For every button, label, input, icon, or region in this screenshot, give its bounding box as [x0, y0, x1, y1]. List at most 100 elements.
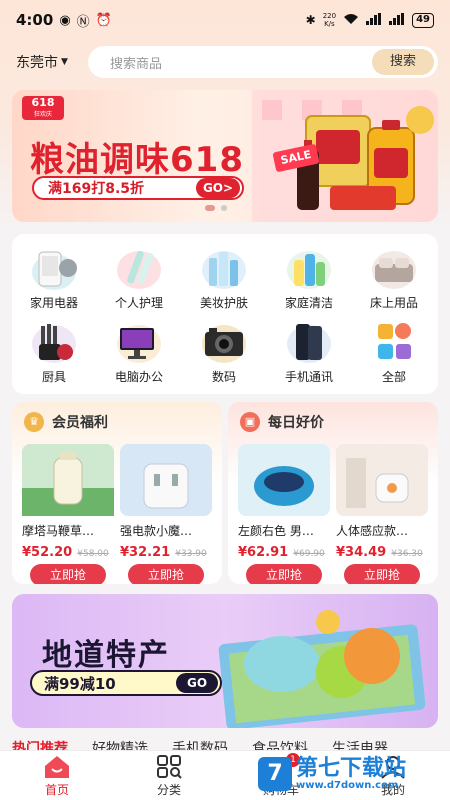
bedding-icon [369, 246, 419, 290]
promo-banner-local-specialty[interactable]: 地道特产 满99减10 GO [12, 594, 438, 728]
category-home-appliance[interactable]: 家用电器 [12, 246, 96, 311]
category-computer-office[interactable]: 电脑办公 [97, 320, 181, 385]
category-personal-care[interactable]: 个人护理 [97, 246, 181, 311]
status-bar: 4:00 ◉ Ⓝ ⏰ ✱ 220 K/s 49 [0, 0, 450, 40]
category-label: 数码 [211, 370, 236, 384]
price-original: ¥58.00 [77, 549, 109, 559]
category-cleaning[interactable]: 家庭清洁 [267, 246, 351, 311]
price-current: ¥34.49 [336, 545, 387, 560]
nav-label: 分类 [156, 783, 181, 797]
product-image [336, 444, 428, 516]
camera-icon [199, 320, 249, 364]
bluetooth-icon: ✱ [305, 13, 316, 27]
category-label: 美妆护肤 [199, 296, 248, 310]
computer-icon [114, 320, 164, 364]
cleaning-bottles-icon [284, 246, 334, 290]
category-label: 厨具 [41, 370, 66, 384]
category-bedding[interactable]: 床上用品 [352, 246, 436, 311]
go-button[interactable]: GO> [196, 178, 240, 198]
category-panel: 家用电器 个人护理 美妆护肤 家庭清洁 床上用品 厨具 电脑办公 数码 手机通讯… [12, 234, 438, 394]
card-title: 每日好价 [268, 415, 324, 431]
category-beauty[interactable]: 美妆护肤 [182, 246, 266, 311]
search-placeholder: 搜索商品 [110, 57, 163, 72]
promo-banner-grain-oil[interactable]: 618 狂欢庆 粮油调味618 满169打8.5折 GO> SALE [12, 90, 438, 222]
signal-icon [366, 12, 382, 28]
tag-618-number: 618 [31, 96, 55, 109]
city-selector[interactable]: 东莞市 ▼ [16, 52, 68, 72]
product-card[interactable]: 强电款小魔… ¥32.21 ¥33.90 立即抢 [120, 444, 212, 584]
nav-home[interactable]: 首页 [22, 755, 92, 798]
category-phone[interactable]: 手机通讯 [267, 320, 351, 385]
watermark-url: www.d7down.com [296, 779, 399, 791]
alarm-icon: ⏰ [95, 12, 112, 28]
promo-text: 满99减10 [44, 674, 116, 693]
category-digital[interactable]: 数码 [182, 320, 266, 385]
banner-promo[interactable]: 满99减10 GO [30, 670, 222, 696]
product-card[interactable]: 摩塔马鞭草… ¥52.20 ¥58.00 立即抢 [22, 444, 114, 584]
tag-618-sub: 狂欢庆 [33, 111, 52, 118]
category-label: 床上用品 [369, 296, 418, 310]
category-label: 电脑办公 [114, 370, 163, 384]
tag-618: 618 狂欢庆 [22, 96, 64, 120]
price-current: ¥52.20 [22, 545, 73, 560]
home-icon [44, 755, 70, 779]
product-name: 摩塔马鞭草… [22, 524, 95, 538]
member-benefits-card: ♛ 会员福利 摩塔马鞭草… ¥52.20 ¥58.00 立即抢 强电款小魔… ¥… [12, 402, 222, 584]
category-label: 家用电器 [29, 296, 78, 310]
status-time: 4:00 [16, 11, 54, 29]
category-kitchenware[interactable]: 厨具 [12, 320, 96, 385]
eye-icon: ◉ [59, 12, 71, 28]
category-label: 全部 [381, 370, 406, 384]
go-button[interactable]: GO [176, 673, 218, 693]
search-input[interactable]: 搜索商品 搜索 [88, 46, 438, 78]
wifi-icon [343, 13, 359, 28]
buy-now-button[interactable]: 立即抢 [128, 564, 204, 584]
signal-icon-2 [389, 12, 405, 28]
promo-text: 满169打8.5折 [48, 181, 145, 197]
buy-now-button[interactable]: 立即抢 [344, 564, 420, 584]
personal-care-icon [114, 246, 164, 290]
product-price: ¥32.21 ¥33.90 [120, 541, 212, 560]
product-price: ¥34.49 ¥36.30 [336, 541, 428, 560]
battery-indicator: 49 [412, 12, 434, 28]
net-speed-value: 220 [322, 12, 337, 20]
carousel-dot [221, 205, 227, 211]
product-price: ¥52.20 ¥58.00 [22, 541, 114, 560]
city-label: 东莞市 [16, 55, 58, 71]
product-card[interactable]: 人体感应款… ¥34.49 ¥36.30 立即抢 [336, 444, 428, 584]
nav-category[interactable]: 分类 [134, 755, 204, 798]
category-label: 家庭清洁 [284, 296, 333, 310]
card-title: 会员福利 [52, 415, 108, 431]
net-speed-unit: K/s [324, 20, 335, 28]
banner-promo[interactable]: 满169打8.5折 GO> [32, 176, 244, 200]
product-name: 左颜右色 男… [238, 524, 314, 538]
banner-title: 地道特产 [42, 638, 170, 673]
product-image [120, 444, 212, 516]
crown-icon: ♛ [24, 412, 44, 432]
skincare-bottles-icon [199, 246, 249, 290]
phone-icon [284, 320, 334, 364]
category-label: 个人护理 [114, 296, 163, 310]
product-card[interactable]: 左颜右色 男… ¥62.91 ¥69.90 立即抢 [238, 444, 330, 584]
card-header: ♛ 会员福利 [24, 412, 108, 432]
calendar-icon: ▣ [240, 412, 260, 432]
watermark-text: 第七下载站 [296, 755, 407, 781]
product-image [238, 444, 330, 516]
price-original: ¥36.30 [391, 549, 423, 559]
daily-deals-card: ▣ 每日好价 左颜右色 男… ¥62.91 ¥69.90 立即抢 人体感应款… … [228, 402, 438, 584]
buy-now-button[interactable]: 立即抢 [30, 564, 106, 584]
card-header: ▣ 每日好价 [240, 412, 324, 432]
category-all[interactable]: 全部 [352, 320, 436, 385]
product-name: 强电款小魔… [120, 524, 193, 538]
price-original: ¥33.90 [175, 549, 207, 559]
chevron-down-icon: ▼ [61, 57, 68, 67]
carousel-dot-active [205, 205, 215, 211]
price-current: ¥62.91 [238, 545, 289, 560]
product-name: 人体感应款… [336, 524, 409, 538]
watermark-logo: 7 [258, 757, 292, 791]
nfc-icon: Ⓝ [76, 14, 90, 30]
buy-now-button[interactable]: 立即抢 [246, 564, 322, 584]
product-image [22, 444, 114, 516]
search-button[interactable]: 搜索 [372, 49, 434, 75]
all-grid-icon [369, 320, 419, 364]
